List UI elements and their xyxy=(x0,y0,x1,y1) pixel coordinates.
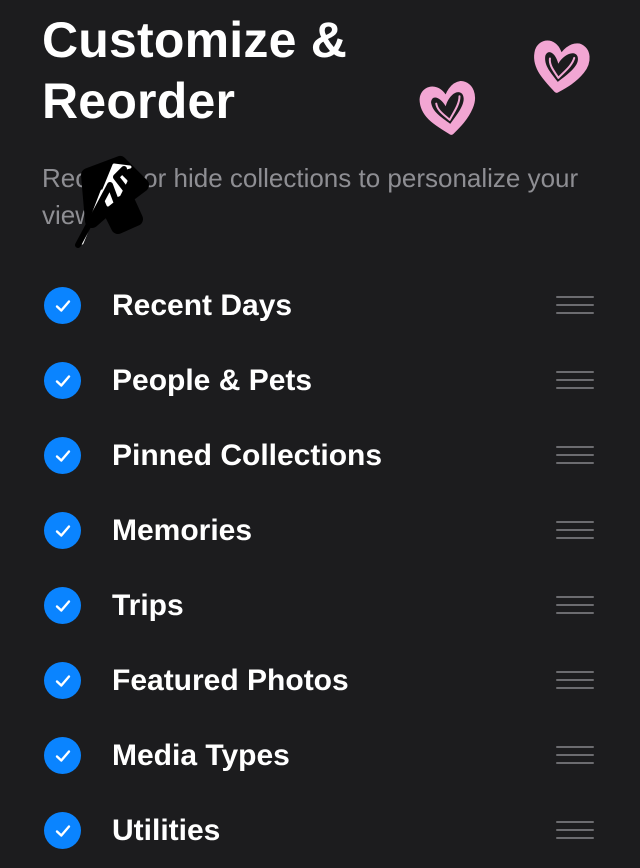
checkmark-icon xyxy=(55,599,70,612)
collection-label: Recent Days xyxy=(112,289,293,322)
list-item-utilities[interactable]: Utilities xyxy=(0,793,640,868)
checkbox-people-pets[interactable] xyxy=(44,362,81,399)
checkmark-icon xyxy=(55,749,70,762)
collection-label: Featured Photos xyxy=(112,664,349,697)
list-item-pinned-collections[interactable]: Pinned Collections xyxy=(0,418,640,493)
heart-sticker-icon xyxy=(534,40,590,93)
collection-label: Media Types xyxy=(112,739,290,772)
checkbox-recent-days[interactable] xyxy=(44,287,81,324)
collections-list: Recent Days People & Pets Pinned Collect… xyxy=(0,268,640,868)
reorder-handle-icon[interactable] xyxy=(556,294,596,316)
checkmark-icon xyxy=(55,824,70,837)
checkmark-icon xyxy=(55,374,70,387)
collection-label: Trips xyxy=(112,589,184,622)
page-subtitle: Reorder or hide collections to personali… xyxy=(42,163,579,230)
page-title-line-2: Reorder xyxy=(42,73,236,129)
checkmark-icon xyxy=(55,299,70,312)
list-item-trips[interactable]: Trips xyxy=(0,568,640,643)
checkbox-utilities[interactable] xyxy=(44,812,81,849)
list-item-people-pets[interactable]: People & Pets xyxy=(0,343,640,418)
reorder-handle-icon[interactable] xyxy=(556,369,596,391)
collection-label: Memories xyxy=(112,514,253,547)
checkmark-icon xyxy=(55,524,70,537)
reorder-handle-icon[interactable] xyxy=(556,669,596,691)
reorder-handle-icon[interactable] xyxy=(556,744,596,766)
reorder-handle-icon[interactable] xyxy=(556,819,596,841)
list-item-media-types[interactable]: Media Types xyxy=(0,718,640,793)
reorder-handle-icon[interactable] xyxy=(556,594,596,616)
reorder-handle-icon[interactable] xyxy=(556,519,596,541)
checkbox-memories[interactable] xyxy=(44,512,81,549)
page-title-line-1: Customize & xyxy=(42,12,348,68)
checkbox-media-types[interactable] xyxy=(44,737,81,774)
checkbox-pinned-collections[interactable] xyxy=(44,437,81,474)
checkbox-featured-photos[interactable] xyxy=(44,662,81,699)
heart-sticker-icon xyxy=(419,80,475,135)
checkmark-icon xyxy=(55,674,70,687)
collection-label: People & Pets xyxy=(112,364,313,397)
collection-label: Utilities xyxy=(112,814,221,847)
list-item-recent-days[interactable]: Recent Days xyxy=(0,268,640,343)
collection-label: Pinned Collections xyxy=(112,439,383,472)
reorder-handle-icon[interactable] xyxy=(556,444,596,466)
checkmark-icon xyxy=(55,449,70,462)
list-item-memories[interactable]: Memories xyxy=(0,493,640,568)
checkbox-trips[interactable] xyxy=(44,587,81,624)
page-title: Customize & Reorder xyxy=(42,10,422,132)
list-item-featured-photos[interactable]: Featured Photos xyxy=(0,643,640,718)
